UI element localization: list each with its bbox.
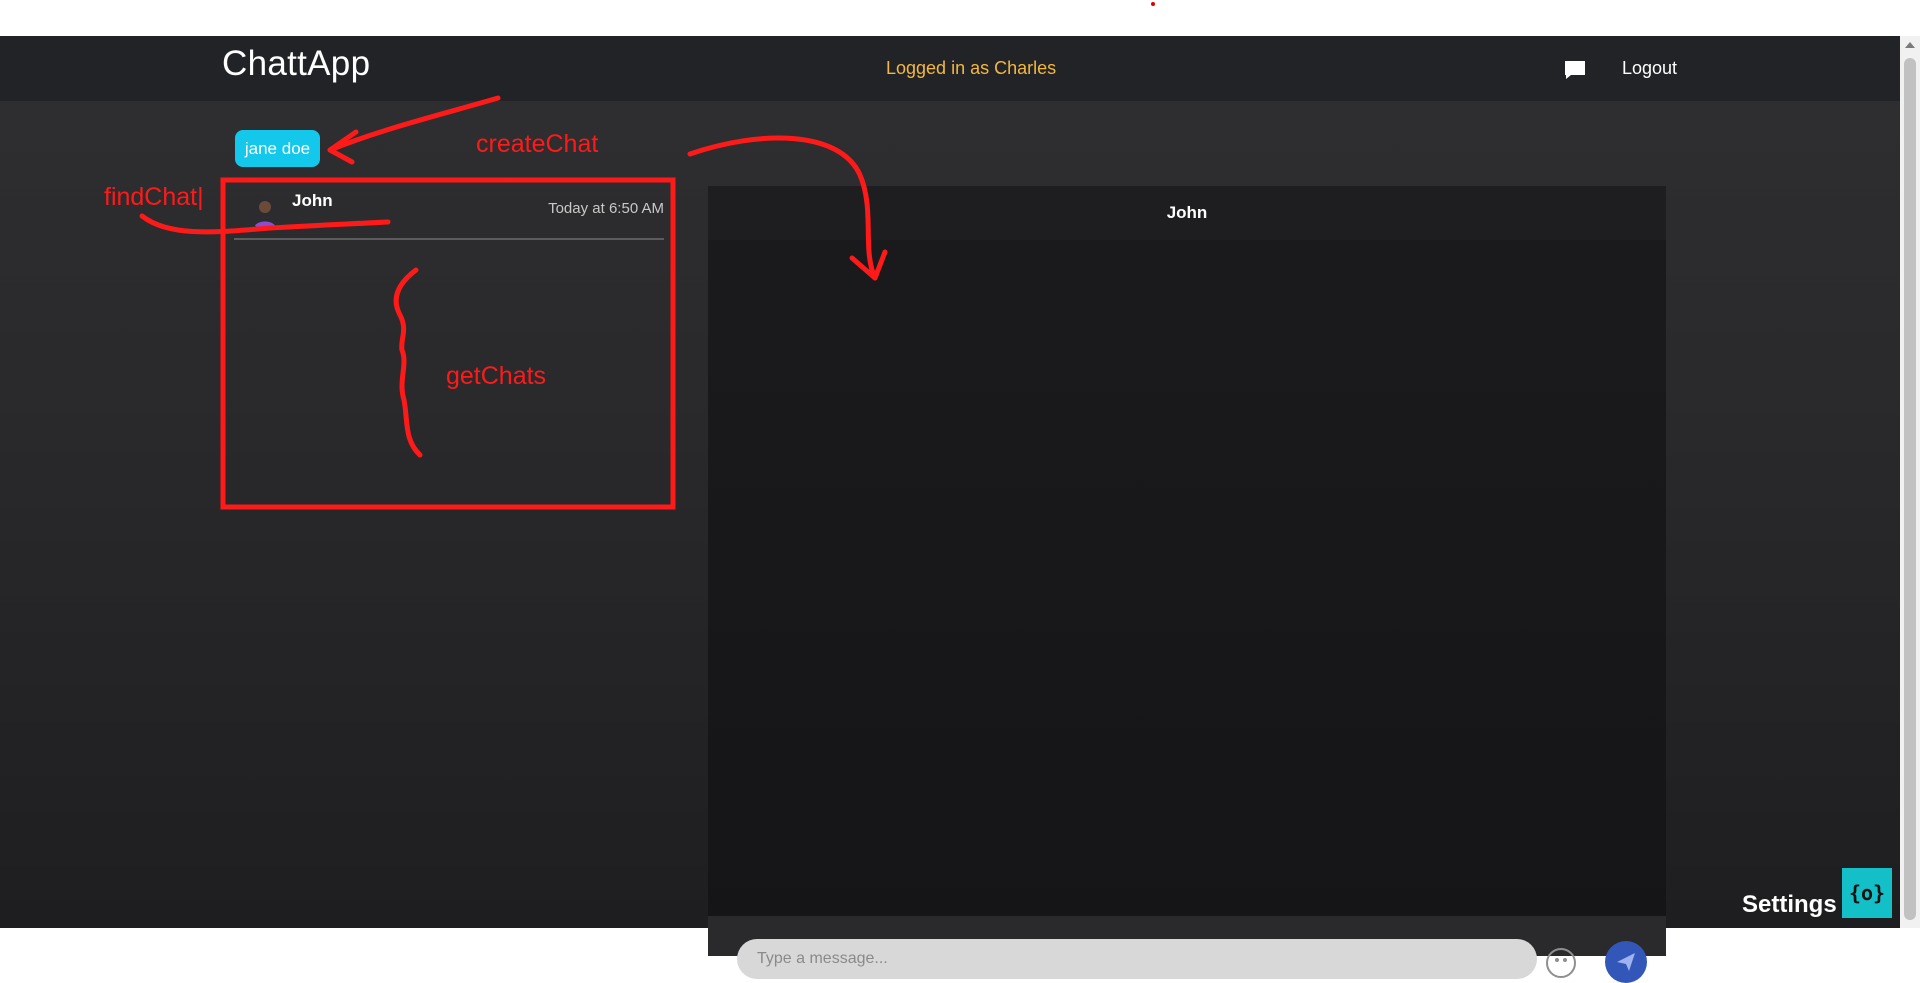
chat-list-item[interactable]: John Today at 6:50 AM — [234, 183, 664, 240]
send-icon — [1617, 953, 1635, 971]
user-avatar-icon — [248, 195, 282, 229]
navbar: ChattApp Logged in as Charles Logout — [0, 36, 1900, 101]
brand-logo[interactable]: ChattApp — [222, 44, 370, 84]
chat-bubble-icon — [1565, 61, 1585, 79]
chat-header: John — [708, 186, 1666, 240]
scroll-up-arrow-icon[interactable] — [1905, 42, 1915, 48]
chat-app: ChattApp Logged in as Charles Logout jan… — [0, 36, 1920, 983]
chat-header-name: John — [1166, 203, 1208, 222]
message-input[interactable] — [737, 939, 1537, 979]
notification-button[interactable] — [1560, 56, 1590, 84]
send-button[interactable] — [1605, 941, 1647, 983]
logged-in-status: Logged in as Charles — [886, 58, 1057, 78]
settings-label[interactable]: Settings — [1742, 891, 1837, 919]
red-dot-marker — [1151, 2, 1155, 6]
chat-box: John — [708, 186, 1666, 983]
settings-icon: {o} — [1848, 881, 1886, 905]
logout-button[interactable]: Logout — [1622, 58, 1677, 79]
emoji-eye — [1563, 958, 1567, 962]
page-scrollbar[interactable] — [1900, 36, 1920, 928]
emoji-icon[interactable] — [1546, 948, 1576, 978]
emoji-eye — [1555, 958, 1559, 962]
user-chats-list: John Today at 6:50 AM — [234, 183, 664, 503]
avatar — [248, 195, 282, 229]
potential-chat-user[interactable]: jane doe — [235, 130, 320, 167]
browser-top-strip — [0, 0, 1920, 36]
settings-button[interactable]: {o} — [1842, 868, 1892, 918]
chat-recipient-name: John — [292, 191, 333, 210]
scroll-thumb[interactable] — [1904, 58, 1916, 920]
chat-timestamp: Today at 6:50 AM — [548, 200, 664, 217]
